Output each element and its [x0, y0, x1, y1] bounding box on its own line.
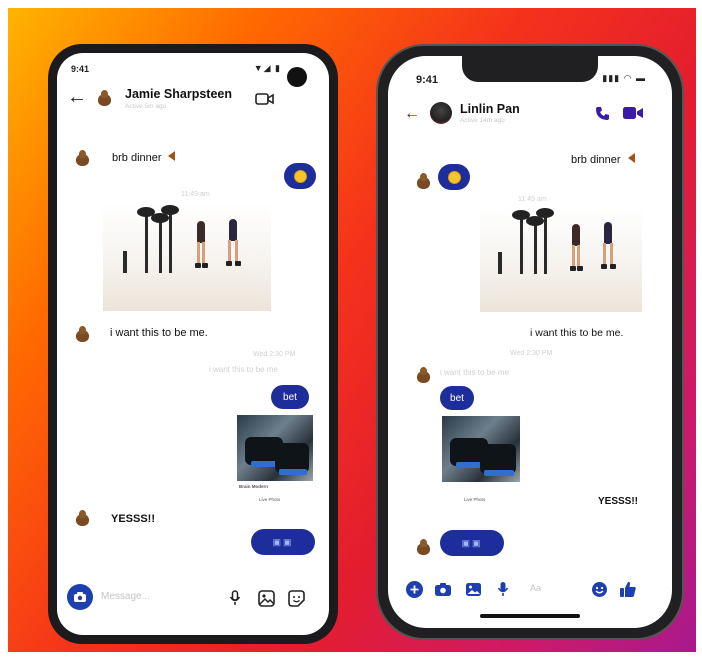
skates-photo[interactable]	[237, 415, 313, 481]
camera-icon[interactable]	[67, 584, 93, 610]
message-input[interactable]: Message...	[101, 591, 150, 602]
sender-avatar	[414, 366, 430, 383]
photo-caption: Live Photo	[259, 497, 281, 502]
home-indicator[interactable]	[480, 614, 580, 618]
plus-icon[interactable]	[406, 581, 423, 598]
avatar[interactable]	[430, 102, 452, 124]
emoji-icon[interactable]	[590, 580, 608, 598]
skates-emoji-bubble[interactable]: ▣▣	[251, 529, 315, 555]
iphone-phone: 9:41 ▮▮▮ ◠ ▬ ← Linlin Pan Active 14m ago…	[376, 44, 684, 640]
emoji-reaction-bubble[interactable]	[438, 164, 470, 190]
message-input[interactable]: Aa	[530, 583, 541, 593]
message-text: brb dinner	[112, 152, 162, 164]
sender-avatar	[73, 325, 91, 343]
palm-tree	[520, 214, 523, 274]
camera-icon[interactable]	[434, 581, 452, 597]
palm-tree	[169, 209, 172, 273]
emoji-face-icon	[293, 169, 307, 183]
status-icons: ▼◢ ▮	[253, 63, 281, 73]
phone-icon[interactable]	[594, 105, 610, 121]
beach-skaters-photo[interactable]	[103, 203, 271, 311]
back-arrow-icon[interactable]: ←	[404, 104, 420, 124]
emoji-reaction-bubble[interactable]	[284, 163, 316, 189]
photo-caption: Live Photo	[464, 497, 486, 502]
status-icons: ▮▮▮ ◠ ▬	[602, 73, 646, 83]
skates-photo[interactable]	[442, 416, 520, 482]
skates-emoji-bubble[interactable]: ▣▣	[440, 530, 504, 556]
reply-preview: i want this to be me	[209, 365, 278, 374]
timestamp: Wed 2:30 PM	[510, 350, 553, 357]
image-icon[interactable]	[257, 589, 275, 607]
roller-skate-icon: ▣▣	[272, 536, 294, 547]
iphone-chat-header: ← Linlin Pan Active 14m ago	[388, 96, 672, 136]
palm-tree	[544, 212, 547, 274]
message-text: YESSS!!	[111, 513, 156, 525]
ice-cream-icon	[168, 151, 175, 161]
timestamp: Wed 2:30 PM	[253, 351, 296, 358]
iphone-notch	[462, 56, 598, 82]
android-chat-header: ← Jamie Sharpsteen Active 5m ago	[57, 81, 329, 121]
image-icon[interactable]	[464, 581, 482, 597]
contact-status: Active 5m ago	[125, 103, 167, 110]
sender-avatar	[414, 538, 430, 555]
contact-name[interactable]: Linlin Pan	[460, 102, 520, 116]
timestamp: 11:49 am	[181, 191, 210, 198]
roller-skate-icon: ▣▣	[461, 537, 483, 548]
gradient-background: 9:41 ▼◢ ▮ ← Jamie Sharpsteen Active 5m a…	[8, 8, 696, 652]
contact-name[interactable]: Jamie Sharpsteen	[125, 87, 232, 101]
android-phone: 9:41 ▼◢ ▮ ← Jamie Sharpsteen Active 5m a…	[48, 44, 338, 644]
contact-status: Active 14m ago	[460, 117, 505, 124]
palm-tree	[159, 217, 162, 273]
microphone-icon[interactable]	[496, 580, 510, 598]
video-camera-icon[interactable]	[255, 92, 275, 106]
palm-tree	[536, 208, 554, 218]
microphone-icon[interactable]	[228, 589, 242, 607]
status-time: 9:41	[416, 74, 439, 86]
palm-tree	[534, 220, 537, 274]
android-status-bar: 9:41 ▼◢ ▮	[57, 53, 329, 79]
sticker-icon[interactable]	[287, 589, 305, 607]
android-composer: Message...	[57, 581, 329, 615]
photo-caption: Brain Modern	[239, 484, 269, 489]
sender-avatar	[73, 149, 91, 167]
sender-avatar	[414, 172, 430, 189]
palm-tree	[498, 252, 502, 274]
back-arrow-icon[interactable]: ←	[67, 87, 87, 107]
android-screen: 9:41 ▼◢ ▮ ← Jamie Sharpsteen Active 5m a…	[57, 53, 329, 635]
avatar[interactable]	[95, 89, 117, 111]
palm-tree	[123, 251, 127, 273]
reply-preview: i want this to be me	[440, 368, 509, 377]
message-bubble[interactable]: bet	[440, 386, 474, 410]
status-time: 9:41	[71, 64, 90, 74]
message-text: brb dinner	[571, 154, 621, 166]
message-text: i want this to be me.	[530, 327, 624, 339]
timestamp: 11:49 am	[518, 196, 547, 203]
palm-tree	[161, 205, 179, 215]
iphone-screen: 9:41 ▮▮▮ ◠ ▬ ← Linlin Pan Active 14m ago…	[388, 56, 672, 628]
message-text: YESSS!!	[598, 496, 639, 507]
video-camera-icon[interactable]	[622, 106, 644, 120]
sender-avatar	[73, 509, 91, 527]
message-bubble[interactable]: bet	[271, 385, 309, 409]
emoji-face-icon	[447, 170, 461, 184]
thumbs-up-icon[interactable]	[618, 579, 638, 599]
palm-tree	[145, 211, 148, 273]
ice-cream-icon	[628, 153, 635, 163]
iphone-composer: Aa	[388, 572, 672, 606]
beach-skaters-photo[interactable]	[480, 206, 642, 312]
message-text: i want this to be me.	[110, 327, 208, 339]
